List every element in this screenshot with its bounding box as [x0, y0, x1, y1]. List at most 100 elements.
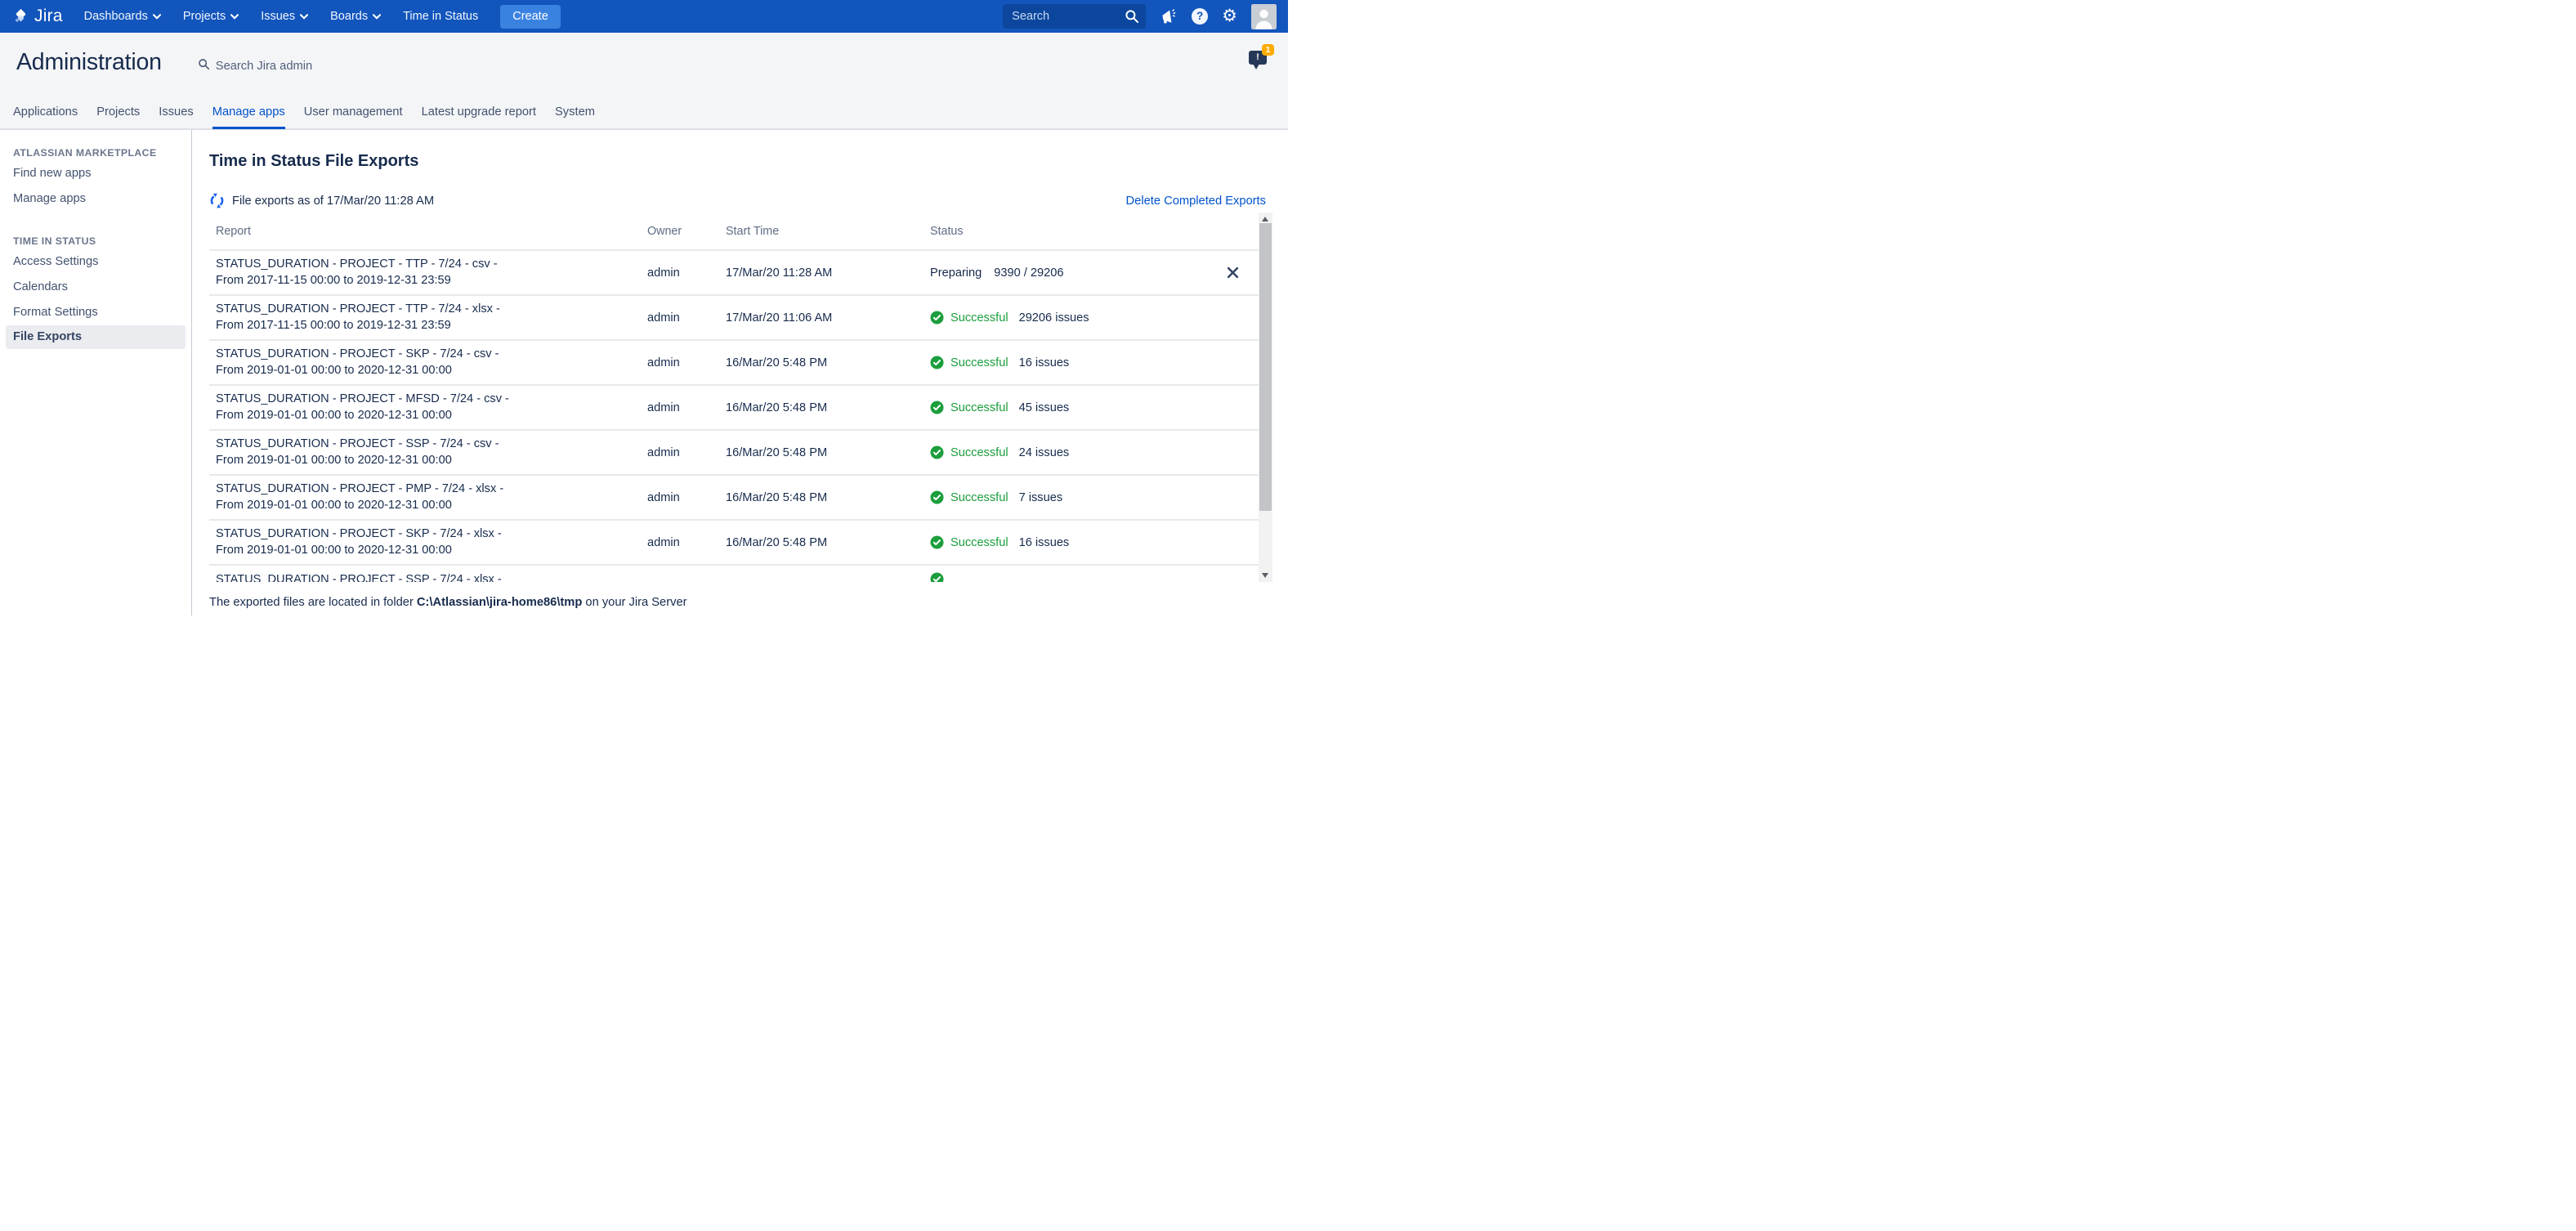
table-row: STATUS_DURATION - PROJECT - SSP - 7/24 -…	[209, 566, 1259, 582]
status-label: Preparing	[930, 266, 982, 280]
top-nav-bar: Jira Dashboards Projects Issues Boards T…	[0, 0, 1288, 33]
owner-cell: admin	[647, 491, 726, 504]
report-cell: STATUS_DURATION - PROJECT - PMP - 7/24 -…	[216, 481, 647, 513]
status-cell: Preparing 9390 / 29206	[930, 265, 1259, 280]
tab-manage-apps[interactable]: Manage apps	[212, 105, 285, 119]
settings-gear-icon[interactable]	[1222, 8, 1237, 25]
sidebar-item-find-new-apps[interactable]: Find new apps	[0, 161, 191, 186]
jira-logo-text: Jira	[34, 7, 63, 26]
report-cell: STATUS_DURATION - PROJECT - SSP - 7/24 -…	[216, 572, 647, 582]
start-time-cell: 16/Mar/20 5:48 PM	[726, 401, 930, 414]
success-check-icon	[930, 445, 944, 459]
tab-latest-upgrade-report[interactable]: Latest upgrade report	[422, 105, 536, 119]
sidebar-heading-time-in-status: TIME IN STATUS	[13, 235, 178, 247]
table-row: STATUS_DURATION - PROJECT - PMP - 7/24 -…	[209, 476, 1259, 521]
report-name: STATUS_DURATION - PROJECT - SSP - 7/24 -…	[216, 436, 647, 453]
success-check-icon	[930, 311, 944, 325]
create-button[interactable]: Create	[500, 5, 561, 29]
search-icon	[198, 58, 210, 74]
nav-right-cluster	[1003, 4, 1277, 29]
tab-issues[interactable]: Issues	[159, 105, 193, 119]
tab-user-management[interactable]: User management	[304, 105, 403, 119]
table-row: STATUS_DURATION - PROJECT - SKP - 7/24 -…	[209, 521, 1259, 566]
owner-cell: admin	[647, 446, 726, 459]
column-header-report: Report	[216, 225, 647, 238]
admin-header: Administration Search Jira admin 1 Appli…	[0, 33, 1288, 130]
admin-tab-bar: Applications Projects Issues Manage apps…	[0, 96, 1288, 128]
report-name: STATUS_DURATION - PROJECT - TTP - 7/24 -…	[216, 257, 647, 273]
jira-logo[interactable]: Jira	[11, 7, 63, 26]
tab-applications[interactable]: Applications	[13, 105, 78, 119]
report-name: STATUS_DURATION - PROJECT - SSP - 7/24 -…	[216, 572, 647, 582]
column-header-owner: Owner	[647, 225, 726, 238]
status-cell: Successful 7 issues	[930, 490, 1259, 504]
status-label: Successful	[950, 446, 1008, 459]
search-icon[interactable]	[1125, 9, 1139, 28]
status-issue-count: 16 issues	[1019, 536, 1070, 549]
page-title: Administration	[16, 49, 162, 76]
report-range: From 2019-01-01 00:00 to 2020-12-31 00:0…	[216, 363, 647, 379]
nav-item-issues[interactable]: Issues	[261, 10, 308, 23]
report-cell: STATUS_DURATION - PROJECT - SKP - 7/24 -…	[216, 526, 647, 558]
export-location-note: The exported files are located in folder…	[209, 596, 1288, 609]
table-row: STATUS_DURATION - PROJECT - TTP - 7/24 -…	[209, 296, 1259, 341]
report-cell: STATUS_DURATION - PROJECT - TTP - 7/24 -…	[216, 302, 647, 333]
sidebar-item-format-settings[interactable]: Format Settings	[0, 300, 191, 325]
export-folder-path: C:\Atlassian\jira-home86\tmp	[417, 596, 582, 609]
sidebar-heading-atlassian-marketplace: ATLASSIAN MARKETPLACE	[13, 147, 178, 159]
refresh-icon[interactable]	[209, 193, 225, 208]
sidebar-item-manage-apps[interactable]: Manage apps	[0, 186, 191, 212]
admin-sidebar: ATLASSIAN MARKETPLACE Find new apps Mana…	[0, 130, 192, 616]
chevron-down-icon	[153, 14, 161, 20]
avatar[interactable]	[1251, 4, 1277, 29]
chevron-down-icon	[373, 14, 381, 20]
admin-search-button[interactable]: Search Jira admin	[198, 58, 312, 74]
owner-cell: admin	[647, 536, 726, 549]
status-cell	[930, 572, 1259, 582]
status-issue-count: 45 issues	[1019, 401, 1070, 414]
start-time-cell: 17/Mar/20 11:06 AM	[726, 311, 930, 325]
start-time-cell: 16/Mar/20 5:48 PM	[726, 491, 930, 504]
sidebar-item-file-exports[interactable]: File Exports	[6, 325, 186, 349]
status-label: Successful	[950, 491, 1008, 504]
cancel-export-button[interactable]	[1225, 265, 1241, 280]
status-cell: Successful 45 issues	[930, 401, 1259, 414]
table-row: STATUS_DURATION - PROJECT - SSP - 7/24 -…	[209, 431, 1259, 476]
refresh-status-text: File exports as of 17/Mar/20 11:28 AM	[232, 195, 434, 208]
owner-cell: admin	[647, 356, 726, 369]
exports-table: Report Owner Start Time Status STATUS_DU…	[209, 213, 1272, 582]
tab-system[interactable]: System	[555, 105, 595, 119]
table-row: STATUS_DURATION - PROJECT - MFSD - 7/24 …	[209, 386, 1259, 431]
owner-cell: admin	[647, 311, 726, 325]
report-name: STATUS_DURATION - PROJECT - TTP - 7/24 -…	[216, 302, 647, 318]
start-time-cell: 16/Mar/20 5:48 PM	[726, 356, 930, 369]
status-label: Successful	[950, 401, 1008, 414]
scroll-down-button[interactable]	[1259, 570, 1272, 581]
scrollbar-thumb[interactable]	[1259, 223, 1272, 511]
nav-item-projects[interactable]: Projects	[183, 10, 239, 23]
nav-item-time-in-status[interactable]: Time in Status	[403, 10, 478, 23]
sidebar-item-calendars[interactable]: Calendars	[0, 275, 191, 300]
report-cell: STATUS_DURATION - PROJECT - SKP - 7/24 -…	[216, 347, 647, 378]
status-cell: Successful 16 issues	[930, 535, 1259, 549]
column-header-start-time: Start Time	[726, 225, 930, 238]
owner-cell: admin	[647, 266, 726, 280]
help-icon[interactable]	[1192, 8, 1208, 25]
nav-item-dashboards[interactable]: Dashboards	[84, 10, 161, 23]
report-name: STATUS_DURATION - PROJECT - PMP - 7/24 -…	[216, 481, 647, 498]
nav-item-boards[interactable]: Boards	[330, 10, 381, 23]
notification-badge: 1	[1262, 44, 1274, 56]
status-label: Successful	[950, 536, 1008, 549]
notification-icon[interactable]: 1	[1249, 51, 1267, 65]
report-range: From 2019-01-01 00:00 to 2020-12-31 00:0…	[216, 453, 647, 469]
scrollbar-track[interactable]	[1259, 213, 1272, 582]
delete-completed-exports-link[interactable]: Delete Completed Exports	[1126, 195, 1266, 208]
start-time-cell: 17/Mar/20 11:28 AM	[726, 266, 930, 280]
status-issue-count: 29206 issues	[1019, 311, 1089, 325]
sidebar-item-access-settings[interactable]: Access Settings	[0, 249, 191, 275]
success-check-icon	[930, 535, 944, 549]
announcement-icon[interactable]	[1160, 8, 1178, 25]
nav-search	[1003, 4, 1146, 29]
tab-projects[interactable]: Projects	[96, 105, 140, 119]
jira-logo-icon	[11, 7, 30, 26]
